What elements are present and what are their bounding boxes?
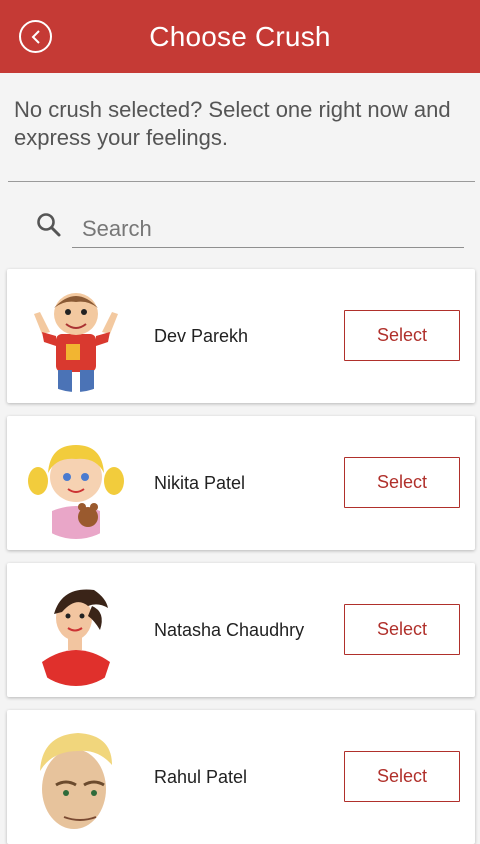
select-button[interactable]: Select [344,310,460,361]
contact-name: Dev Parekh [154,326,249,346]
contact-name: Nikita Patel [154,473,246,493]
avatar [22,284,130,392]
search-icon [37,213,61,237]
contact-name: Rahul Patel [154,767,248,787]
avatar [22,578,130,686]
intro-text: No crush selected? Select one right now … [14,97,451,150]
select-button[interactable]: Select [344,457,460,508]
avatar [22,725,130,833]
contact-card: Nikita Patel Select [7,416,475,550]
select-button[interactable]: Select [344,751,460,802]
select-button[interactable]: Select [344,604,460,655]
avatar [22,431,130,539]
search-input[interactable] [72,210,464,248]
contact-card: Natasha Chaudhry Select [7,563,475,697]
contact-card: Rahul Patel Select [7,710,475,844]
divider [8,181,475,182]
contact-name: Natasha Chaudhry [154,620,305,640]
contact-card: Dev Parekh Select [7,269,475,403]
app-header: Choose Crush [0,0,480,73]
page-title: Choose Crush [149,21,331,52]
